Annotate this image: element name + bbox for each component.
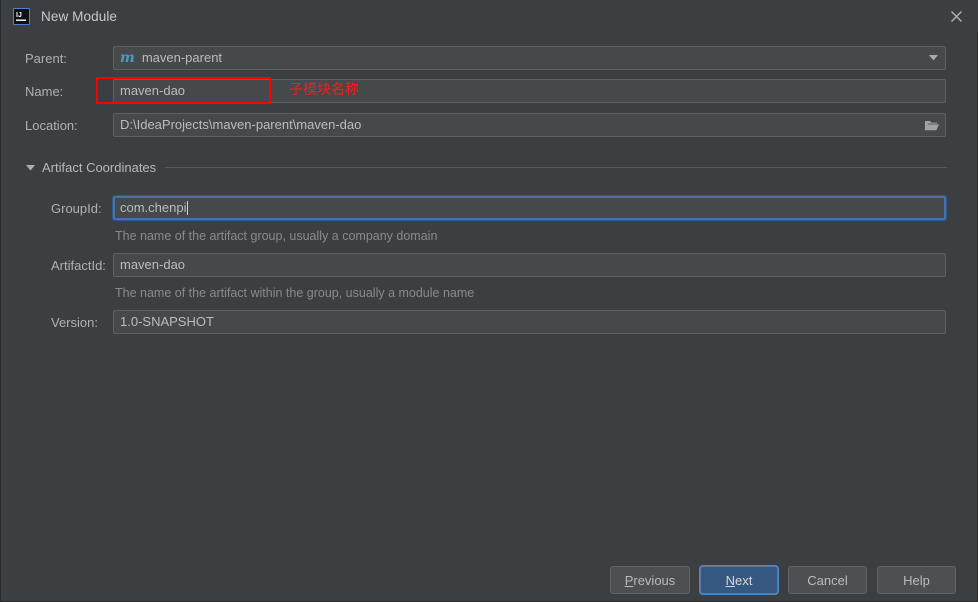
previous-button-label: revious (633, 572, 676, 588)
maven-module-icon: m (120, 50, 135, 66)
dialog-title: New Module (41, 8, 118, 24)
name-row: Name: maven-dao (1, 79, 978, 103)
version-label: Version: (51, 314, 98, 330)
groupid-row: GroupId: com.chenpi (1, 195, 978, 221)
groupid-hint: The name of the artifact group, usually … (115, 229, 438, 243)
cancel-button[interactable]: Cancel (788, 566, 867, 594)
parent-row: Parent: m maven-parent (1, 46, 978, 70)
section-title: Artifact Coordinates (42, 160, 157, 175)
dialog-button-bar: Previous Next Cancel Help (1, 566, 978, 594)
next-button-mnemonic: N (725, 572, 736, 588)
next-button[interactable]: Next (700, 566, 778, 594)
artifactid-row: ArtifactId: maven-dao (1, 253, 978, 277)
new-module-dialog: IJ New Module Parent: m maven-parent Nam (0, 0, 978, 602)
annotation-text: 子模块名称 (289, 82, 359, 98)
chevron-down-icon[interactable] (922, 48, 944, 68)
artifact-coordinates-section-header[interactable]: Artifact Coordinates (25, 160, 947, 175)
previous-button-mnemonic: P (624, 572, 634, 588)
version-row: Version: 1.0-SNAPSHOT (1, 310, 978, 334)
groupid-value: com.chenpi (120, 200, 187, 215)
artifactid-hint: The name of the artifact within the grou… (115, 286, 475, 300)
location-row: Location: D:\IdeaProjects\maven-parent\m… (1, 113, 978, 137)
version-value: 1.0-SNAPSHOT (120, 314, 214, 329)
name-value: maven-dao (120, 83, 186, 98)
text-caret (187, 201, 189, 215)
location-input[interactable]: D:\IdeaProjects\maven-parent\maven-dao (113, 113, 946, 137)
artifactid-label: ArtifactId: (51, 257, 106, 273)
parent-combobox[interactable]: m maven-parent (113, 46, 946, 70)
location-label: Location: (25, 117, 78, 133)
next-button-label: ext (735, 572, 753, 588)
parent-label: Parent: (25, 50, 67, 66)
name-input[interactable]: maven-dao (113, 79, 946, 103)
location-value: D:\IdeaProjects\maven-parent\maven-dao (120, 117, 362, 132)
svg-text:IJ: IJ (16, 12, 22, 19)
groupid-label: GroupId: (51, 200, 102, 216)
intellij-idea-icon: IJ (13, 7, 30, 25)
parent-value: maven-parent (141, 50, 223, 65)
version-input[interactable]: 1.0-SNAPSHOT (113, 310, 946, 334)
artifactid-input[interactable]: maven-dao (113, 253, 946, 277)
folder-icon[interactable] (920, 115, 944, 135)
section-divider (165, 167, 947, 168)
title-bar: IJ New Module (1, 0, 978, 32)
groupid-input[interactable]: com.chenpi (112, 195, 947, 221)
close-icon[interactable] (933, 0, 978, 32)
name-label: Name: (25, 83, 64, 99)
help-button[interactable]: Help (877, 566, 956, 594)
previous-button[interactable]: Previous (610, 566, 690, 594)
triangle-down-icon[interactable] (25, 163, 35, 173)
artifactid-value: maven-dao (120, 257, 186, 272)
